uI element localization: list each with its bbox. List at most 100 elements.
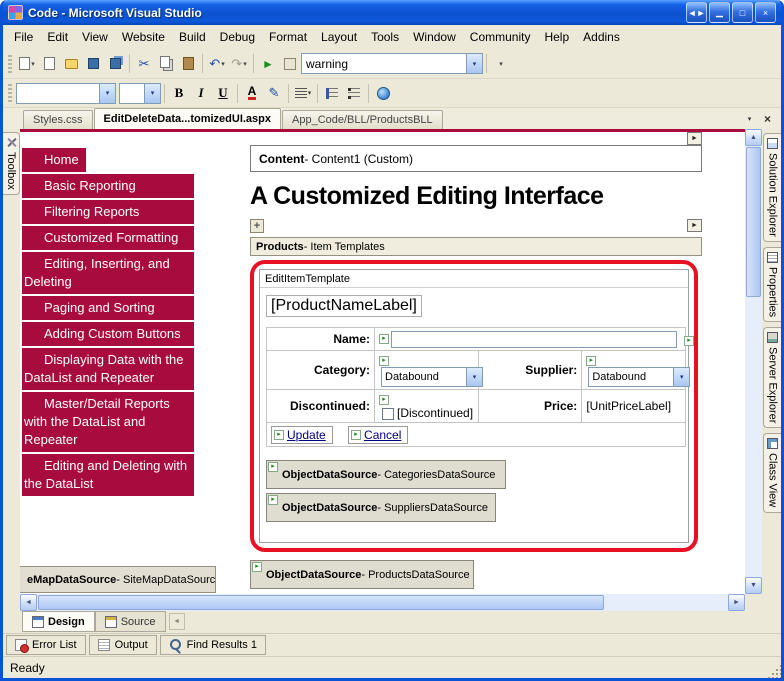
- chevron-down-icon[interactable]: ▾: [673, 368, 689, 386]
- tab-productsbll[interactable]: App_Code/BLL/ProductsBLL: [282, 110, 443, 129]
- nav-item-master-detail-reports[interactable]: Master/Detail Reports with the DataList …: [22, 392, 194, 452]
- scroll-up-button[interactable]: ▲: [745, 129, 762, 146]
- nav-item-home[interactable]: Home: [22, 148, 86, 172]
- menu-build[interactable]: Build: [172, 27, 213, 47]
- smart-tag-button[interactable]: ►: [687, 132, 702, 145]
- horizontal-scrollbar[interactable]: ◄ ►: [20, 594, 745, 611]
- tab-scroll-left-button[interactable]: ◄: [169, 613, 185, 630]
- copy-button[interactable]: [155, 53, 177, 75]
- chevron-down-icon[interactable]: ▾: [144, 84, 160, 103]
- nav-item-basic-reporting[interactable]: Basic Reporting: [22, 174, 194, 198]
- tab-find-results[interactable]: Find Results 1: [160, 635, 266, 655]
- menu-community[interactable]: Community: [463, 27, 538, 47]
- design-surface[interactable]: Home Basic Reporting Filtering Reports C…: [20, 129, 745, 594]
- resize-grip[interactable]: [767, 664, 781, 678]
- menu-help[interactable]: Help: [537, 27, 576, 47]
- dock-arrows-button[interactable]: ◄►: [686, 2, 707, 23]
- menu-window[interactable]: Window: [406, 27, 463, 47]
- tab-design-view[interactable]: Design: [22, 611, 95, 632]
- paste-button[interactable]: [177, 53, 199, 75]
- tab-toolbox[interactable]: Toolbox: [3, 132, 20, 195]
- menu-addins[interactable]: Addins: [576, 27, 627, 47]
- scroll-right-button[interactable]: ►: [728, 594, 745, 611]
- nav-item-editing-deleting-datalist[interactable]: Editing and Deleting with the DataList: [22, 454, 194, 496]
- font-color-button[interactable]: A: [241, 82, 263, 104]
- start-debug-button[interactable]: ►: [257, 53, 279, 75]
- italic-button[interactable]: I: [190, 82, 212, 104]
- save-all-button[interactable]: [104, 53, 126, 75]
- toolbar-grip[interactable]: [8, 84, 12, 102]
- update-button[interactable]: ▸Update: [271, 426, 333, 444]
- tab-solution-explorer[interactable]: Solution Explorer: [763, 133, 781, 242]
- chevron-down-icon[interactable]: ▾: [466, 368, 482, 386]
- product-name-label[interactable]: [ProductNameLabel]: [266, 295, 422, 317]
- category-dropdown[interactable]: Databound▾: [381, 367, 483, 387]
- align-button[interactable]: ▾: [292, 82, 314, 104]
- move-handle-icon[interactable]: +: [250, 219, 264, 233]
- cut-button[interactable]: ✂: [133, 53, 155, 75]
- open-file-button[interactable]: [60, 53, 82, 75]
- toolbar-options-button[interactable]: ▾: [490, 53, 512, 75]
- find-in-files-button[interactable]: [279, 53, 301, 75]
- document-list-dropdown-button[interactable]: ▾: [742, 111, 757, 126]
- scroll-left-button[interactable]: ◄: [20, 594, 37, 611]
- tab-class-view[interactable]: Class View: [763, 433, 781, 512]
- nav-item-filtering-reports[interactable]: Filtering Reports: [22, 200, 194, 224]
- discontinued-checkbox[interactable]: [382, 408, 394, 420]
- redo-button[interactable]: ↷▾: [228, 53, 250, 75]
- menu-debug[interactable]: Debug: [213, 27, 262, 47]
- close-button[interactable]: ×: [755, 2, 776, 23]
- cancel-button[interactable]: ▸Cancel: [348, 426, 408, 444]
- bullet-list-button[interactable]: [343, 82, 365, 104]
- tab-source-view[interactable]: Source: [95, 611, 166, 632]
- tab-editdeletedata-aspx[interactable]: EditDeleteData...tomizedUI.aspx: [94, 108, 282, 129]
- menu-edit[interactable]: Edit: [40, 27, 75, 47]
- tab-properties[interactable]: Properties: [763, 247, 781, 322]
- nav-item-adding-custom-buttons[interactable]: Adding Custom Buttons: [22, 322, 194, 346]
- hyperlink-button[interactable]: [372, 82, 394, 104]
- restore-button[interactable]: □: [732, 2, 753, 23]
- menu-format[interactable]: Format: [262, 27, 314, 47]
- chevron-down-icon[interactable]: ▾: [99, 84, 115, 103]
- smart-tag-button[interactable]: ►: [687, 219, 702, 232]
- horizontal-scroll-thumb[interactable]: [38, 595, 604, 610]
- categories-datasource-control[interactable]: ▸ ObjectDataSource - CategoriesDataSourc…: [266, 460, 506, 489]
- suppliers-datasource-control[interactable]: ▸ ObjectDataSource - SuppliersDataSource: [266, 493, 496, 522]
- tab-styles-css[interactable]: Styles.css: [23, 110, 93, 129]
- products-datasource-control[interactable]: ▸ ObjectDataSource - ProductsDataSource: [250, 560, 474, 589]
- toolbar-grip[interactable]: [8, 55, 12, 73]
- new-item-button[interactable]: ▾: [16, 53, 38, 75]
- nav-item-editing-inserting-deleting[interactable]: Editing, Inserting, and Deleting: [22, 252, 194, 294]
- tab-server-explorer[interactable]: Server Explorer: [763, 327, 781, 428]
- vertical-scroll-thumb[interactable]: [746, 147, 761, 297]
- add-item-button[interactable]: [38, 53, 60, 75]
- close-document-button[interactable]: ×: [760, 111, 775, 126]
- font-size-combobox[interactable]: ▾: [119, 83, 161, 104]
- nav-item-displaying-datalist-repeater[interactable]: Displaying Data with the DataList and Re…: [22, 348, 194, 390]
- name-textbox[interactable]: [391, 331, 677, 348]
- content-placeholder-header[interactable]: Content - Content1 (Custom): [250, 145, 702, 172]
- font-name-combobox[interactable]: ▾: [16, 83, 116, 104]
- menu-tools[interactable]: Tools: [364, 27, 406, 47]
- chevron-down-icon[interactable]: ▾: [466, 54, 482, 73]
- undo-button[interactable]: ↶▾: [206, 53, 228, 75]
- menu-view[interactable]: View: [75, 27, 115, 47]
- unit-price-label[interactable]: [UnitPriceLabel]: [586, 399, 671, 413]
- menu-layout[interactable]: Layout: [314, 27, 364, 47]
- products-control-header[interactable]: Products - Item Templates: [250, 237, 702, 256]
- numbered-list-button[interactable]: [321, 82, 343, 104]
- tab-output[interactable]: Output: [89, 635, 157, 655]
- underline-button[interactable]: U: [212, 82, 234, 104]
- scroll-down-button[interactable]: ▼: [745, 577, 762, 594]
- textbox-smart-tag-icon[interactable]: ▸: [684, 336, 694, 346]
- tab-error-list[interactable]: Error List: [6, 635, 86, 655]
- sitemap-datasource-control[interactable]: eMapDataSource - SiteMapDataSource1: [20, 566, 216, 593]
- menu-website[interactable]: Website: [115, 27, 172, 47]
- find-combobox[interactable]: warning ▾: [301, 53, 483, 74]
- minimize-button[interactable]: ▁: [709, 2, 730, 23]
- vertical-scrollbar[interactable]: ▲ ▼: [745, 129, 762, 594]
- nav-item-paging-sorting[interactable]: Paging and Sorting: [22, 296, 194, 320]
- bold-button[interactable]: B: [168, 82, 190, 104]
- menu-file[interactable]: File: [7, 27, 40, 47]
- highlight-button[interactable]: ✎: [263, 82, 285, 104]
